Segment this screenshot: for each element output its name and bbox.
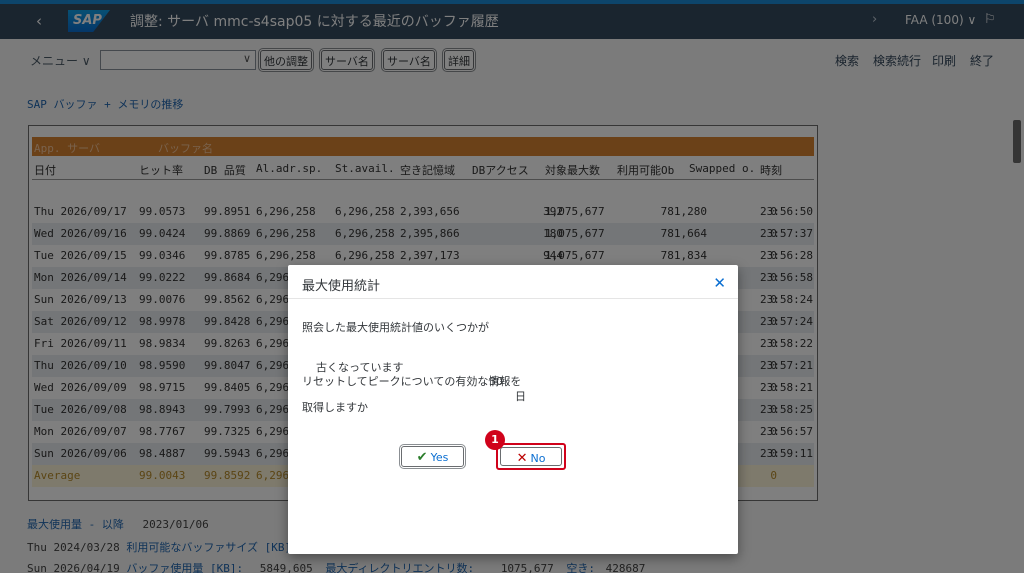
dialog-message-line4: 取得しますか xyxy=(302,401,368,414)
no-label: No xyxy=(530,452,546,465)
close-icon[interactable]: ✕ xyxy=(713,274,726,292)
yes-button[interactable]: ✔ Yes xyxy=(399,444,466,469)
dialog-divider xyxy=(288,298,738,299)
dialog-title: 最大使用統計 xyxy=(302,279,381,294)
yes-label: Yes xyxy=(430,451,449,464)
checkmark-icon: ✔ xyxy=(416,450,428,465)
dialog-message-line1: 照会した最大使用統計値のいくつかが xyxy=(302,321,489,334)
dialog-days-unit: 日 xyxy=(515,390,526,403)
max-usage-stats-dialog: 最大使用統計 ✕ 照会した最大使用統計値のいくつかが 古くなっています 30 日… xyxy=(288,265,738,554)
step-badge: 1 xyxy=(485,430,505,450)
no-button[interactable]: ✕ No xyxy=(500,447,562,466)
cross-icon: ✕ xyxy=(516,451,528,466)
dialog-message-line3: リセットしてピークについての有効な情報を xyxy=(302,375,522,388)
